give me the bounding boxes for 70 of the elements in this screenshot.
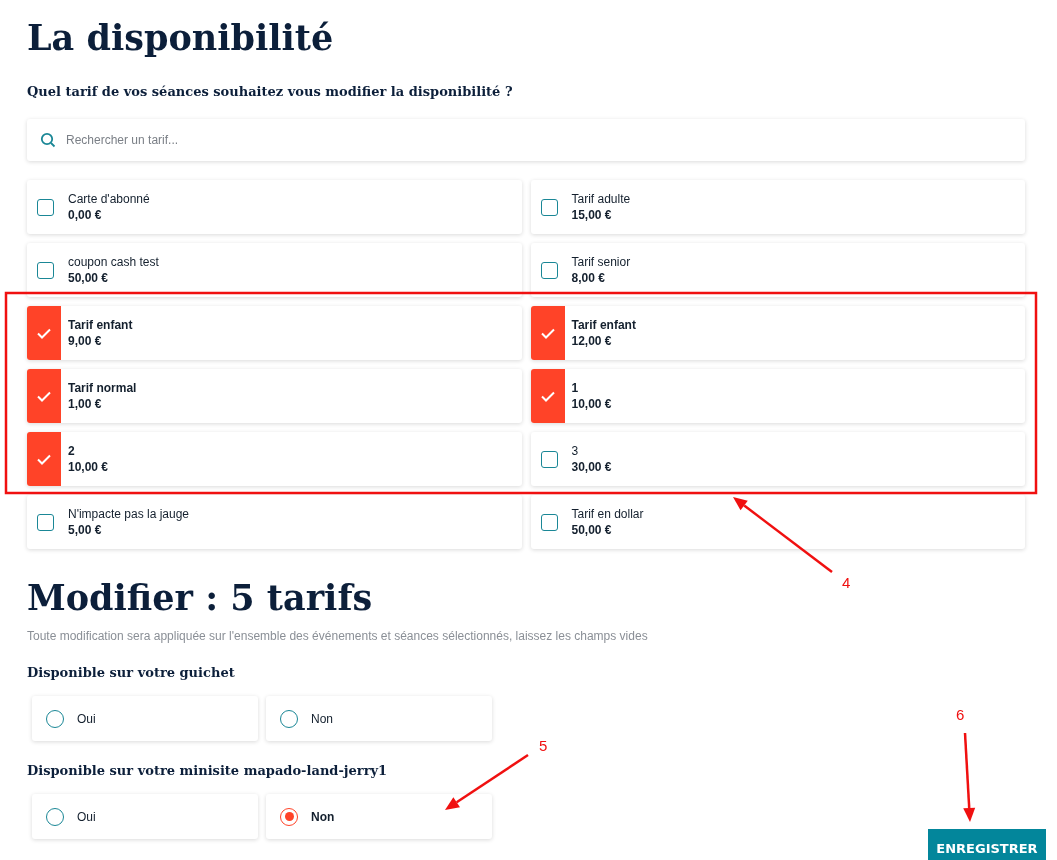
- tariff-name: Tarif enfant: [68, 318, 133, 332]
- tariff-name: Tarif adulte: [571, 192, 631, 206]
- checkbox[interactable]: [27, 369, 61, 423]
- tariff-price: 50,00 €: [68, 271, 110, 285]
- tariff-option[interactable]: Tarif adulte 15,00 €: [530, 180, 1025, 234]
- field-label: Disponible sur votre guichet: [27, 665, 236, 680]
- help-text: Toute modification sera appliquée sur l'ensemble des événements et séances sélectionnés, laissez les champs vides: [27, 629, 649, 643]
- tariff-option[interactable]: 1 10,00 €: [530, 369, 1025, 423]
- tariff-option[interactable]: Carte d'abonné 0,00 €: [27, 180, 522, 234]
- radio-option[interactable]: Non: [266, 696, 492, 741]
- checkbox[interactable]: [37, 513, 54, 531]
- checkbox[interactable]: [27, 432, 61, 486]
- tariff-name: Tarif normal: [68, 381, 137, 395]
- checkbox[interactable]: [27, 306, 61, 360]
- field-label: Disponible sur votre minisite mapado-land-jerry1: [27, 763, 389, 778]
- tariff-price: 0,00 €: [68, 208, 103, 222]
- section-title: Modifier : 5 tarifs: [27, 576, 373, 620]
- tariff-name: Carte d'abonné: [68, 192, 150, 206]
- checkbox[interactable]: [37, 261, 54, 279]
- tariff-price: 10,00 €: [571, 397, 612, 411]
- radio-label: Oui: [77, 711, 96, 726]
- tariff-name: Tarif en dollar: [571, 507, 644, 521]
- checkbox[interactable]: [540, 450, 558, 468]
- radio-label: Non: [311, 809, 335, 824]
- checkbox[interactable]: [37, 198, 54, 216]
- check-icon: [37, 327, 51, 339]
- tariff-option[interactable]: Tarif enfant 12,00 €: [530, 306, 1025, 360]
- tariff-option[interactable]: 3 30,00 €: [530, 432, 1025, 486]
- checkbox[interactable]: [530, 306, 565, 360]
- check-icon: [37, 453, 51, 465]
- tariff-price: 1,00 €: [68, 397, 103, 411]
- annotation-number: 4: [842, 574, 851, 591]
- radio-label: Non: [311, 711, 333, 726]
- tariff-option[interactable]: Tarif normal 1,00 €: [27, 369, 522, 423]
- tariff-price: 30,00 €: [571, 460, 612, 474]
- tariff-name: 3: [571, 444, 580, 458]
- tariff-price: 8,00 €: [571, 271, 606, 285]
- tariff-name: Tarif enfant: [571, 318, 636, 332]
- tariff-option[interactable]: N'impacte pas la jauge 5,00 €: [27, 495, 522, 549]
- check-icon: [37, 390, 51, 402]
- tariff-price: 5,00 €: [68, 523, 103, 537]
- radio-label: Oui: [77, 809, 96, 824]
- page-title: La disponibilité: [27, 16, 335, 60]
- checkbox[interactable]: [540, 198, 558, 216]
- annotation-number: 5: [539, 737, 548, 754]
- tariff-price: 50,00 €: [571, 523, 613, 537]
- tariff-name: 1: [571, 381, 580, 395]
- search-icon: [40, 132, 56, 148]
- radio-option[interactable]: Oui: [32, 794, 258, 839]
- tariff-price: 15,00 €: [571, 208, 613, 222]
- tariff-name: 2: [68, 444, 76, 458]
- tariff-price: 10,00 €: [68, 460, 109, 474]
- checkbox[interactable]: [540, 513, 558, 531]
- tariff-name: coupon cash test: [68, 255, 159, 269]
- check-icon: [540, 390, 555, 402]
- tariff-option[interactable]: Tarif enfant 9,00 €: [27, 306, 522, 360]
- annotation-number: 6: [956, 706, 965, 723]
- question-text: Quel tarif de vos séances souhaitez vous modifier la disponibilité ?: [27, 84, 514, 99]
- tariff-price: 9,00 €: [68, 334, 103, 348]
- radio-option[interactable]: Oui: [32, 696, 258, 741]
- tariff-price: 12,00 €: [571, 334, 613, 348]
- check-icon: [540, 327, 555, 339]
- checkbox[interactable]: [540, 261, 558, 279]
- checkbox[interactable]: [530, 369, 565, 423]
- tariff-name: N'impacte pas la jauge: [68, 507, 190, 521]
- tariff-option[interactable]: coupon cash test 50,00 €: [27, 243, 522, 297]
- save-button[interactable]: ENREGISTRER: [928, 829, 1046, 860]
- tariff-option[interactable]: 2 10,00 €: [27, 432, 522, 486]
- tariff-option[interactable]: Tarif senior 8,00 €: [530, 243, 1025, 297]
- tariff-name: Tarif senior: [571, 255, 631, 269]
